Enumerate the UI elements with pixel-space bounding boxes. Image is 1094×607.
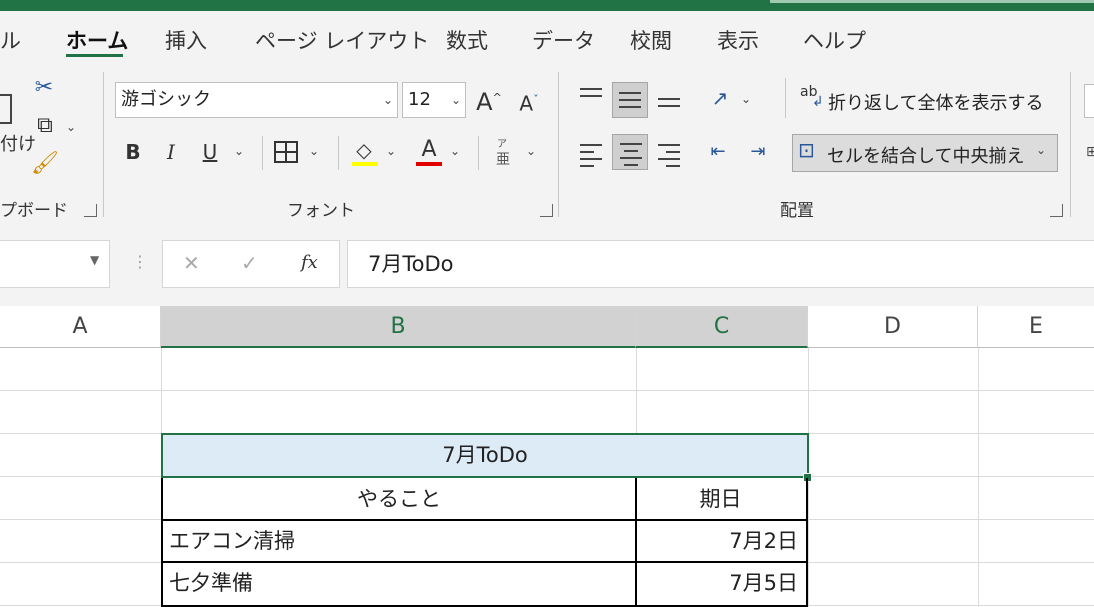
font-size-select[interactable]: 12 ⌄ (402, 82, 466, 118)
formula-buttons: ✕ ✓ fx (162, 240, 340, 288)
column-header-a[interactable]: A (0, 306, 161, 348)
name-box-dropdown-icon[interactable]: ▼ (90, 253, 99, 267)
table-row-task-cell[interactable]: 七夕準備 (161, 562, 637, 607)
underline-chevron-icon[interactable]: ⌄ (234, 144, 244, 158)
middle-align-button[interactable] (612, 82, 648, 118)
increase-indent-icon[interactable]: ⇥ (744, 140, 772, 164)
enter-button[interactable]: ✓ (241, 251, 258, 275)
tab-file[interactable]: ル (0, 25, 21, 55)
tab-insert[interactable]: 挿入 (165, 25, 207, 55)
tab-data[interactable]: データ (532, 25, 595, 55)
tab-help[interactable]: ヘルプ (803, 25, 866, 55)
active-tab-underline (66, 54, 123, 57)
gridline (0, 390, 1094, 391)
tab-page-layout[interactable]: ページ レイアウト (255, 25, 429, 55)
chevron-down-icon: ⌄ (450, 93, 461, 107)
name-box[interactable]: ▼ (0, 240, 110, 288)
tab-formulas[interactable]: 数式 (446, 25, 488, 55)
formula-bar: ▼ ⋮ ✕ ✓ fx 7月ToDo (0, 220, 1094, 306)
font-size-value: 12 (408, 89, 431, 110)
clipboard-launcher-icon[interactable] (84, 204, 97, 217)
font-name-select[interactable]: 游ゴシック ⌄ (115, 82, 398, 118)
ribbon-separator (103, 72, 104, 217)
decrease-indent-icon[interactable]: ⇤ (704, 140, 732, 164)
format-painter-icon[interactable]: 🖌 (30, 152, 60, 176)
phonetic-icon[interactable]: 亜 (496, 149, 510, 169)
align-center-button[interactable] (612, 134, 648, 170)
column-header-b[interactable]: B (161, 306, 636, 348)
cut-icon[interactable]: ✂ (30, 76, 58, 100)
clipboard-group-label: プボード (0, 201, 68, 221)
header-cell-task[interactable]: やること (161, 478, 637, 521)
phonetic-top[interactable]: ア (497, 135, 507, 150)
ribbon-separator (262, 136, 263, 170)
ribbon-separator (478, 136, 479, 170)
formula-bar-grip-icon[interactable]: ⋮ (132, 252, 148, 271)
decrease-font-size-button[interactable]: Aˇ (516, 88, 542, 116)
table-row-date-cell[interactable]: 7月2日 (635, 520, 808, 563)
fill-color-chevron-icon[interactable]: ⌄ (386, 144, 396, 158)
alignment-group-label: 配置 (780, 201, 814, 221)
font-color-bar (416, 162, 442, 166)
column-header-d[interactable]: D (808, 306, 978, 348)
merge-center-label: セルを結合して中央揃え (827, 146, 1025, 167)
font-color-chevron-icon[interactable]: ⌄ (450, 144, 460, 158)
insert-function-button[interactable]: fx (301, 252, 318, 273)
phonetic-chevron-icon[interactable]: ⌄ (526, 144, 536, 158)
column-header-e[interactable]: E (978, 306, 1094, 348)
borders-chevron-icon[interactable]: ⌄ (309, 144, 319, 158)
column-header-c[interactable]: C (636, 306, 808, 348)
table-row-task-cell[interactable]: エアコン清掃 (161, 520, 637, 563)
table-row-date-cell[interactable]: 7月5日 (635, 562, 808, 607)
borders-icon[interactable] (274, 141, 298, 163)
formula-input[interactable]: 7月ToDo (347, 240, 1094, 288)
chevron-down-icon: ⌄ (1036, 143, 1047, 157)
bold-button[interactable]: B (122, 140, 144, 164)
top-align-icon[interactable] (580, 88, 602, 102)
fill-color-bar (352, 162, 378, 166)
merged-title-cell[interactable]: 7月ToDo (161, 433, 809, 478)
underline-button[interactable]: U (199, 140, 221, 164)
merge-icon: ⊡ (798, 138, 815, 162)
copy-dropdown-chevron-icon[interactable]: ⌄ (66, 120, 76, 134)
ribbon-tabs: ル ホーム 挿入 ページ レイアウト 数式 データ 校閲 表示 ヘルプ (0, 11, 1094, 64)
tab-review[interactable]: 校閲 (630, 25, 672, 55)
wrap-arrow-icon: ↲ (812, 94, 824, 110)
increase-font-size-button[interactable]: A^ (476, 86, 502, 114)
merge-center-button[interactable]: ⊡ セルを結合して中央揃え ⌄ (792, 134, 1058, 172)
cancel-button[interactable]: ✕ (183, 251, 200, 275)
ribbon-separator (338, 136, 339, 170)
header-cell-date[interactable]: 期日 (635, 478, 808, 521)
wrap-text-button[interactable]: 折り返して全体を表示する (828, 89, 1043, 115)
bottom-align-icon[interactable] (658, 98, 680, 112)
ribbon: 付け ✂ ⧉ ⌄ 🖌 プボード 游ゴシック ⌄ 12 ⌄ A^ Aˇ B I U… (0, 64, 1094, 221)
worksheet-grid[interactable]: 7月ToDo やること 期日 エアコン清掃 7月2日 七夕準備 7月5日 (0, 348, 1094, 607)
chevron-down-icon: ⌄ (382, 93, 393, 107)
tab-home[interactable]: ホーム (66, 25, 128, 55)
title-bar (0, 0, 1094, 11)
number-format-select[interactable] (1084, 84, 1094, 118)
italic-button[interactable]: I (160, 140, 182, 164)
copy-icon[interactable]: ⧉ (30, 114, 60, 138)
orientation-icon[interactable]: ↗ (706, 86, 734, 110)
ribbon-separator (785, 78, 786, 118)
paste-icon[interactable] (0, 94, 12, 124)
number-format-icon[interactable]: ⊞ (1086, 144, 1094, 160)
align-left-icon[interactable] (580, 144, 602, 172)
orientation-chevron-icon[interactable]: ⌄ (741, 92, 751, 106)
ribbon-separator (1070, 72, 1071, 217)
font-launcher-icon[interactable] (540, 204, 553, 217)
alignment-launcher-icon[interactable] (1050, 204, 1063, 217)
align-right-icon[interactable] (658, 144, 680, 172)
title-bar-highlight (770, 0, 1094, 3)
gridline (978, 348, 979, 607)
font-name-value: 游ゴシック (121, 89, 211, 110)
fill-color-icon[interactable]: ◇ (350, 138, 378, 162)
ribbon-separator (558, 72, 559, 217)
font-group-label: フォント (287, 201, 355, 221)
tab-view[interactable]: 表示 (717, 25, 759, 55)
font-color-button[interactable]: A (416, 138, 442, 162)
